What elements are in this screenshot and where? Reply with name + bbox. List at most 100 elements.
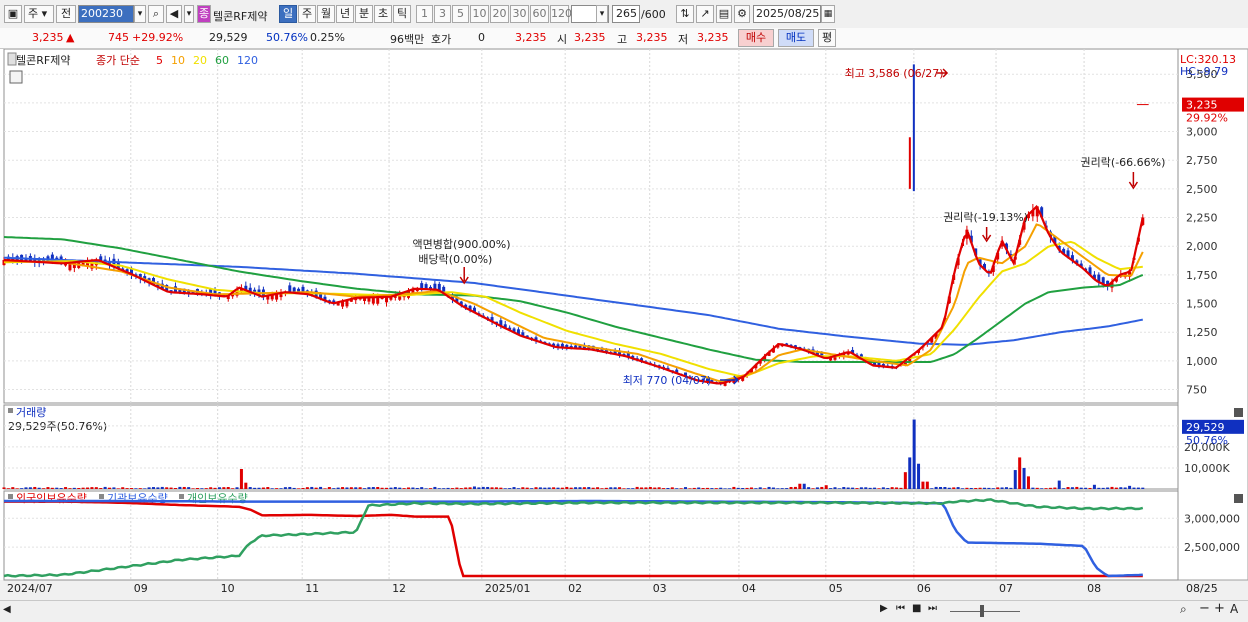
period-tab-5[interactable]: 초: [374, 5, 392, 23]
prefix-button[interactable]: 전: [56, 5, 76, 23]
volume-bar: [789, 486, 793, 489]
window-icon[interactable]: ▣: [4, 5, 22, 23]
volume-bar: [116, 488, 120, 489]
interval-tab-2[interactable]: 5: [452, 5, 469, 23]
font-icon[interactable]: A: [1230, 602, 1238, 616]
volume-bar: [1048, 487, 1052, 489]
open-label: 시: [557, 33, 568, 46]
period-tab-4[interactable]: 분: [355, 5, 373, 23]
period-tab-1[interactable]: 주: [298, 5, 316, 23]
volume-bar: [710, 488, 714, 489]
volume-bar: [569, 487, 573, 489]
panel-close-icon-1: [1234, 494, 1243, 503]
buy-button[interactable]: 매수: [738, 29, 774, 47]
turnover: 0.25%: [310, 31, 345, 44]
zoom-slider-handle[interactable]: [980, 605, 984, 617]
volume-bar: [99, 488, 103, 489]
date-input[interactable]: 2025/08/25: [753, 5, 821, 23]
volume-bar: [424, 488, 428, 489]
volume-bar: [793, 486, 797, 489]
legend-stock: 텔콘RF제약: [16, 53, 70, 67]
volume-bar: [2, 487, 6, 489]
volume-bar: [1026, 476, 1030, 489]
bottom-scrollbar[interactable]: ◀ ▶ ⏮ ■ ⏭ ⌕ − + A: [0, 600, 1248, 622]
interval-tab-3[interactable]: 10: [470, 5, 489, 23]
volume-bar: [705, 487, 709, 489]
gear-icon[interactable]: ⚙: [734, 5, 750, 23]
type-select[interactable]: 주 ▾: [24, 5, 54, 23]
volume-bar: [1044, 488, 1048, 489]
sell-button[interactable]: 매도: [778, 29, 814, 47]
scroll-right-icon[interactable]: ▶: [880, 603, 888, 614]
interval-tab-6[interactable]: 60: [530, 5, 549, 23]
chevron-down-icon-3[interactable]: ▾: [596, 5, 608, 23]
scroll-left-icon[interactable]: ◀: [3, 604, 11, 615]
volume-bar: [389, 487, 393, 489]
volume-bar: [631, 488, 635, 489]
chevron-down-icon-2[interactable]: ▾: [184, 5, 194, 23]
volume-bar: [472, 486, 476, 489]
eval-button[interactable]: 평: [818, 29, 836, 47]
volume-bar: [1004, 487, 1008, 489]
volume-bar: [859, 487, 863, 489]
own-y-tick: 3,000,000: [1184, 512, 1240, 525]
volume-bar: [305, 487, 309, 489]
interval-tab-5[interactable]: 30: [510, 5, 529, 23]
stop-icon[interactable]: ■: [912, 603, 921, 614]
volume-bar: [239, 469, 243, 489]
speaker-icon[interactable]: ◀: [166, 5, 182, 23]
first-icon[interactable]: ⏮: [896, 603, 905, 614]
interval-tab-0[interactable]: 1: [416, 5, 433, 23]
volume-bar: [626, 488, 630, 489]
period-tab-3[interactable]: 년: [336, 5, 354, 23]
volume-bar: [670, 487, 674, 489]
volume-bar: [151, 487, 155, 489]
last-icon[interactable]: ⏭: [928, 603, 937, 614]
candle-icon[interactable]: ⇅: [676, 5, 694, 23]
high-label: 고: [617, 33, 628, 46]
zoom-slider[interactable]: [950, 611, 1020, 612]
volume-bar: [464, 487, 468, 489]
volume-bar: [173, 487, 177, 489]
volume-bar: [692, 487, 696, 489]
y-tick-label: 2,500: [1186, 183, 1218, 196]
zoom-out-icon[interactable]: −: [1199, 601, 1210, 616]
volume-bar: [837, 488, 841, 489]
volume-bar: [1070, 487, 1074, 489]
chevron-down-icon[interactable]: ▾: [134, 5, 146, 23]
volume-bar: [187, 487, 191, 489]
interval-tab-1[interactable]: 3: [434, 5, 451, 23]
volume-bar: [1057, 480, 1061, 489]
volume-bar: [231, 488, 235, 489]
period-tab-0[interactable]: 일: [279, 5, 297, 23]
volume-bar: [547, 487, 551, 489]
zoom-icon[interactable]: ⌕: [1180, 602, 1187, 617]
period-tab-2[interactable]: 월: [317, 5, 335, 23]
volume-bar: [881, 487, 885, 489]
x-tick-label: 2025/01: [485, 582, 531, 595]
price-info-bar: 3,235 ▲ 745 +29.92% 29,529 50.76% 0.25% …: [0, 28, 1248, 49]
interval-tab-4[interactable]: 20: [490, 5, 509, 23]
annotation-low: 최저 770 (04/07): [623, 374, 712, 387]
volume-bar: [301, 487, 305, 489]
volume-bar: [653, 487, 657, 489]
search-icon[interactable]: ⌕: [148, 5, 164, 23]
volume-bar: [134, 488, 138, 489]
stock-badge: 종: [197, 5, 211, 23]
volume-bar: [253, 487, 257, 489]
volume-bar: [947, 487, 951, 489]
period-tab-6[interactable]: 틱: [393, 5, 411, 23]
volume-bar: [965, 487, 969, 489]
volume-bar: [314, 487, 318, 489]
volume-bar: [886, 487, 890, 489]
stock-code-input[interactable]: 200230: [78, 5, 134, 23]
volume-bar: [877, 488, 881, 489]
calendar-icon[interactable]: ▦: [821, 5, 835, 23]
count-input[interactable]: 265: [612, 5, 640, 23]
interval-tab-7[interactable]: 120: [550, 5, 572, 23]
draw-icon[interactable]: ↗: [696, 5, 714, 23]
zoom-in-icon[interactable]: +: [1214, 601, 1225, 616]
save-icon[interactable]: ▤: [716, 5, 732, 23]
open-value: 3,235: [574, 31, 606, 44]
volume-bar: [37, 487, 41, 489]
